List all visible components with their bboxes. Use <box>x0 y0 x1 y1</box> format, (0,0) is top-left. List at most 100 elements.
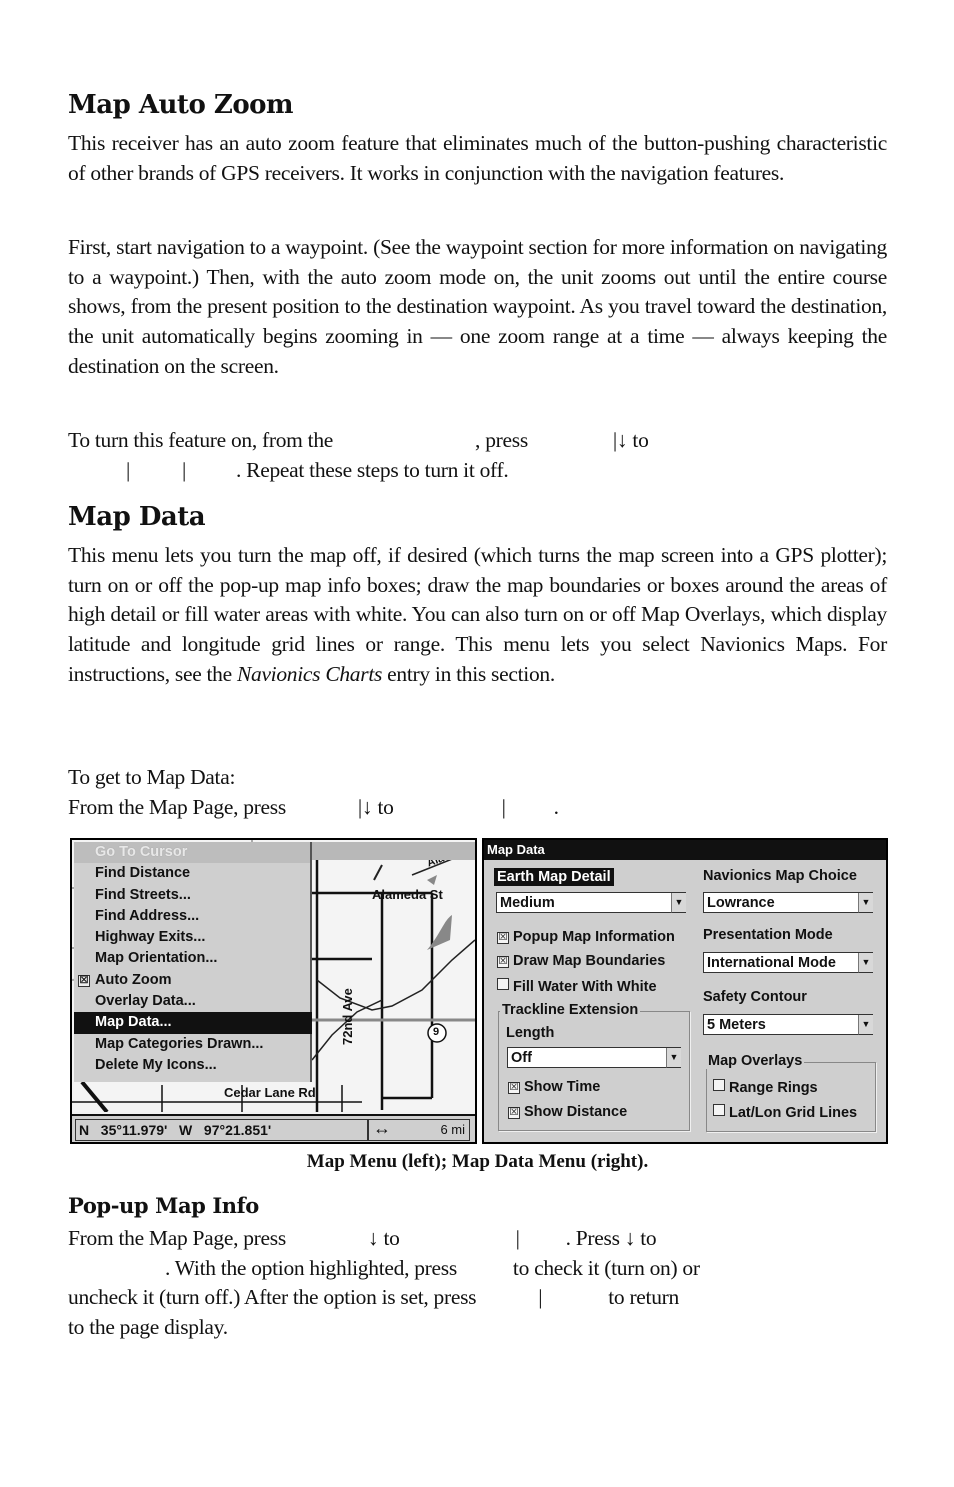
dropdown-arrow-icon: ▼ <box>671 893 686 913</box>
earth-map-detail-label: Earth Map Detail <box>494 868 614 886</box>
text-fragment: . Press ↓ to <box>565 1226 657 1250</box>
menu-item[interactable]: Overlay Data... <box>74 991 310 1012</box>
checkbox-label: Fill Water With White <box>513 979 657 995</box>
menu-item[interactable]: Map Orientation... <box>74 948 310 969</box>
menu-item[interactable]: Delete My Icons... <box>74 1055 310 1076</box>
dropdown-arrow-icon: ▼ <box>858 953 873 973</box>
text-fragment: From the Map Page, press <box>68 794 286 819</box>
italic-reference: Navionics Charts <box>236 661 383 686</box>
text-fragment: | <box>501 794 506 819</box>
zoom-scale: ↔ 6 mi <box>368 1118 470 1141</box>
text-fragment: |↓ to <box>612 428 649 452</box>
menu-item[interactable]: Map Categories Drawn... <box>74 1034 310 1055</box>
heading-map-data: Map Data <box>68 502 206 532</box>
scale-arrows-icon: ↔ <box>373 1118 391 1138</box>
menu-item[interactable]: Find Address... <box>74 906 310 927</box>
text-fragment: | <box>515 1226 520 1250</box>
map-overlays-title: Map Overlays <box>706 1053 805 1069</box>
presentation-mode-select[interactable]: International Mode ▼ <box>703 952 873 973</box>
dropdown-arrow-icon: ▼ <box>666 1048 681 1068</box>
text-fragment: To get to Map Data: <box>68 765 236 789</box>
lat-hemisphere: N <box>79 1122 90 1138</box>
position-readout: N 35°11.979' W 97°21.851' <box>75 1119 368 1141</box>
auto-zoom-paragraph-1: This receiver has an auto zoom feature t… <box>68 131 887 185</box>
text-fragment: . Repeat these steps to turn it off. <box>236 457 509 482</box>
menu-item[interactable]: Map Data... <box>74 1012 312 1034</box>
text-fragment: to the page display. <box>68 1315 228 1340</box>
menu-item-label: Overlay Data... <box>95 993 196 1010</box>
menu-item[interactable]: Find Distance <box>74 863 310 884</box>
presentation-mode-label: Presentation Mode <box>703 927 833 943</box>
figure-caption: Map Menu (left); Map Data Menu (right). <box>306 1151 649 1172</box>
text-fragment: uncheck it (turn off.) After the option … <box>68 1285 477 1310</box>
text-fragment: | <box>182 457 187 482</box>
text-fragment: To turn this feature on, from the <box>68 428 334 452</box>
popup-info-instructions: From the Map Page, press ↓ to | . Press ↓ t… <box>68 1224 887 1343</box>
earth-map-detail-select[interactable]: Medium ▼ <box>496 892 686 913</box>
select-value: Medium <box>500 895 555 911</box>
menu-item-label: Go To Cursor <box>95 844 188 860</box>
menu-item-label: Find Streets... <box>95 886 191 903</box>
navionics-map-choice-select[interactable]: Lowrance ▼ <box>703 892 873 913</box>
text-fragment: | <box>126 457 131 482</box>
lon-hemisphere: W <box>179 1122 193 1138</box>
text-fragment: |↓ to <box>357 794 394 819</box>
map-data-screenshot: Map Data Earth Map Detail Medium ▼ ☒ Popu… <box>482 838 888 1144</box>
menu-item-label: Auto Zoom <box>95 971 172 988</box>
latitude: 35°11.979' <box>100 1122 168 1138</box>
menu-item-label: Map Data... <box>95 1014 172 1031</box>
text-fragment: to return <box>608 1285 679 1310</box>
range-rings-checkbox[interactable]: Range Rings <box>713 1079 818 1096</box>
show-distance-checkbox[interactable]: ☒ Show Distance <box>508 1104 627 1120</box>
draw-map-boundaries-checkbox[interactable]: ☒ Draw Map Boundaries <box>497 953 665 969</box>
status-bar: N 35°11.979' W 97°21.851' ↔ 6 mi <box>72 1114 475 1142</box>
checkbox-icon: ☒ <box>508 1082 520 1094</box>
map-data-paragraph: This menu lets you turn the map off, if … <box>68 541 887 690</box>
select-value: 5 Meters <box>707 1017 766 1033</box>
checkbox-label: Show Distance <box>524 1104 628 1120</box>
menu-item[interactable]: Highway Exits... <box>74 927 310 948</box>
scale-distance: 6 mi <box>440 1122 465 1137</box>
dropdown-arrow-icon: ▼ <box>858 893 873 913</box>
text-fragment: . <box>553 794 559 819</box>
menu-item-label: Highway Exits... <box>95 929 206 946</box>
select-value: Lowrance <box>707 895 775 911</box>
auto-zoom-instructions: To turn this feature on, from the , press… <box>68 426 887 485</box>
safety-contour-label: Safety Contour <box>703 989 807 1005</box>
map-data-title: Map Data <box>484 840 886 860</box>
menu-item-label: Map Orientation... <box>95 950 218 967</box>
trackline-length-select[interactable]: Off ▼ <box>507 1047 681 1068</box>
show-time-checkbox[interactable]: ☒ Show Time <box>508 1079 600 1095</box>
heading-popup-map-info: Pop-up Map Info <box>68 1193 259 1218</box>
checkbox-label: Range Rings <box>729 1080 818 1096</box>
menu-item[interactable]: ☒ Auto Zoom <box>74 970 310 991</box>
checkbox-icon <box>713 1079 725 1091</box>
map-data-steps: To get to Map Data: From the Map Page, p… <box>68 763 887 822</box>
checkbox-icon <box>497 978 509 990</box>
menu-item-label: Find Address... <box>95 907 200 924</box>
popup-map-information-checkbox[interactable]: ☒ Popup Map Information <box>497 929 675 945</box>
text-fragment: . With the option highlighted, press <box>165 1255 457 1280</box>
safety-contour-select[interactable]: 5 Meters ▼ <box>703 1014 873 1035</box>
menu-item-label: Find Distance <box>95 865 191 882</box>
checkbox-icon: ☒ <box>497 956 509 968</box>
checkbox-label: Lat/Lon Grid Lines <box>729 1105 858 1121</box>
map-menu-screenshot: Alameda St Ala 72nd Ave 48th Ave 9 Cedar… <box>70 838 477 1144</box>
checkbox-label: Draw Map Boundaries <box>513 953 666 969</box>
select-value: International Mode <box>707 955 836 971</box>
text-fragment: to check it (turn on) or <box>512 1255 700 1280</box>
menu-item: Go To Cursor <box>74 842 310 864</box>
fill-water-with-white-checkbox[interactable]: Fill Water With White <box>497 978 657 995</box>
highway-number: 9 <box>433 1026 440 1038</box>
street-label: 72nd Ave <box>340 988 355 1045</box>
text-fragment: | <box>538 1285 543 1310</box>
heading-map-auto-zoom: Map Auto Zoom <box>68 90 294 120</box>
menu-item-label: Delete My Icons... <box>95 1056 217 1073</box>
street-label: Cedar Lane Rd <box>224 1085 316 1100</box>
dropdown-arrow-icon: ▼ <box>858 1015 873 1035</box>
map-overlays-group <box>706 1062 876 1132</box>
menu-item[interactable]: Find Streets... <box>74 885 310 906</box>
map-menu: Go To Cursor Find Distance Find Streets...… <box>74 842 312 1082</box>
text-fragment: From the Map Page, press <box>68 1226 286 1250</box>
lat-lon-grid-lines-checkbox[interactable]: Lat/Lon Grid Lines <box>713 1104 857 1121</box>
